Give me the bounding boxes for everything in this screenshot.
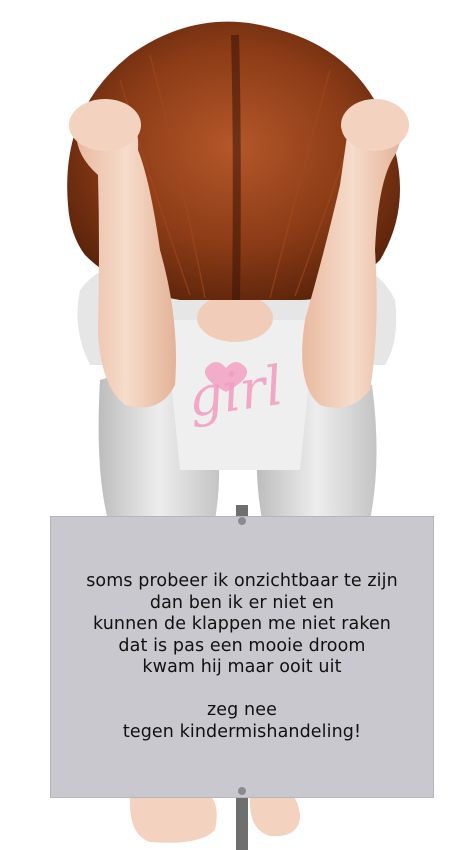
sign-poem-line-5: kwam hij maar ooit uit [142, 657, 342, 677]
left-foot [129, 795, 217, 843]
right-foot [249, 795, 300, 837]
sign-poem-line-3: kunnen de klappen me niet raken [93, 614, 391, 634]
sign-poem-line-1: soms probeer ik onzichtbaar te zijn [86, 571, 398, 591]
sign-screw-bottom [238, 787, 246, 795]
face [197, 294, 273, 342]
left-fist [69, 99, 141, 151]
sign-poem-line-4: dat is pas een mooie droom [118, 635, 366, 656]
sign-slogan-line-2: tegen kindermishandeling! [122, 721, 362, 742]
sign-screw-top [238, 517, 246, 525]
right-fist [341, 99, 409, 151]
protest-sign: soms probeer ik onzichtbaar te zijn dan … [50, 516, 434, 798]
sign-poem-line-2: dan ben ik er niet en [149, 592, 335, 613]
image-canvas: girl soms probeer ik onzichtbaar te zijn… [0, 0, 451, 850]
sign-slogan-line-1: zeg nee [207, 700, 277, 720]
